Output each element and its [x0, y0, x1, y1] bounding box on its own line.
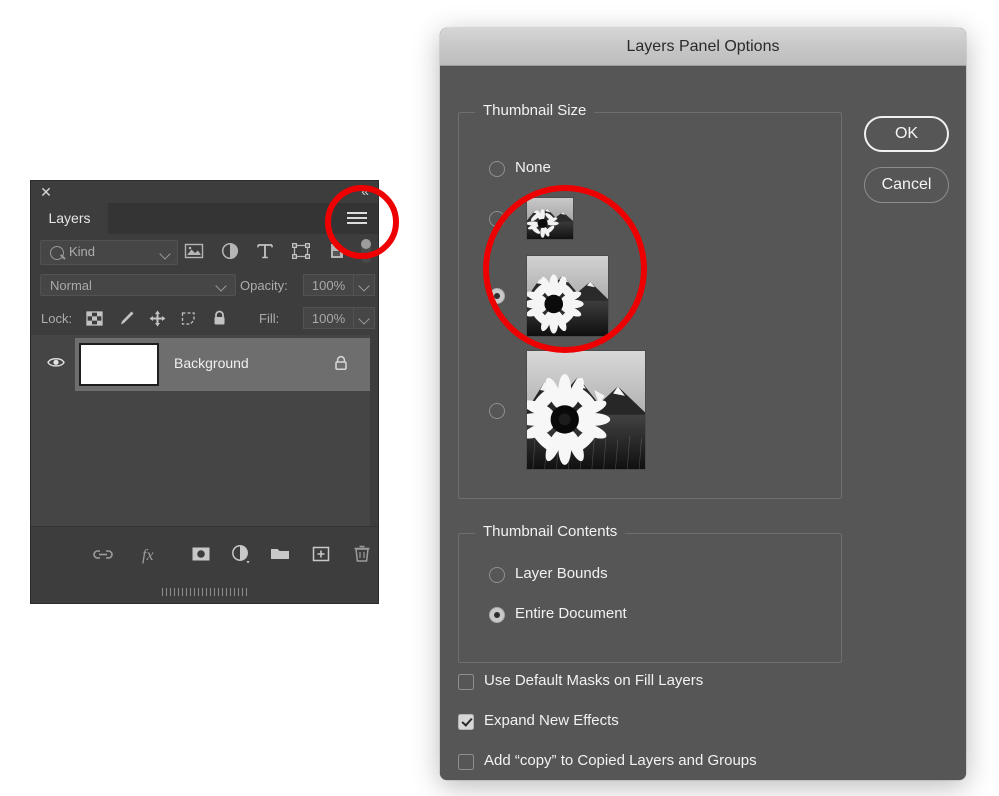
collapse-panel-icon[interactable]: « [361, 183, 369, 199]
radio-thumbnail-size-medium[interactable] [489, 288, 505, 304]
chevron-down-icon [159, 248, 171, 260]
add-layer-mask-icon[interactable] [188, 541, 214, 567]
radio-layer-bounds[interactable] [489, 567, 505, 583]
adjustment-layer-filter-icon[interactable] [219, 240, 241, 262]
svg-text:fx: fx [142, 547, 154, 564]
radio-thumbnail-size-none[interactable] [489, 161, 505, 177]
lock-image-icon[interactable] [116, 308, 137, 329]
thumbnail-preview-medium[interactable] [527, 256, 608, 336]
layers-list: Background [31, 335, 378, 526]
checkbox-label-add-copy-to-copied-layers: Add “copy” to Copied Layers and Groups [484, 752, 757, 769]
checkbox-use-default-masks[interactable] [458, 674, 474, 690]
pixel-layer-filter-icon[interactable] [183, 240, 205, 262]
cancel-button[interactable]: Cancel [864, 167, 949, 203]
lock-all-icon[interactable] [209, 308, 230, 329]
layers-panel: ✕ « Layers Kind Normal Opacity: 100% Loc… [31, 181, 378, 603]
layers-panel-tabrow: Layers [31, 203, 378, 234]
new-group-icon[interactable] [267, 541, 293, 567]
thumbnail-contents-legend: Thumbnail Contents [475, 523, 626, 540]
radio-label-entire-document: Entire Document [515, 605, 627, 622]
ok-button[interactable]: OK [864, 116, 949, 152]
thumbnail-preview-large[interactable] [527, 351, 645, 469]
filter-type-icons [183, 238, 378, 264]
layer-style-fx-icon[interactable]: fx [138, 541, 164, 567]
fill-label: Fill: [259, 311, 280, 326]
search-icon [50, 246, 64, 260]
layer-thumbnail[interactable] [79, 343, 159, 386]
layers-list-empty-area [31, 393, 378, 526]
layer-name[interactable]: Background [174, 355, 249, 371]
tab-layers[interactable]: Layers [31, 203, 108, 234]
delete-layer-icon[interactable] [349, 541, 375, 567]
dialog-body: Thumbnail Size None Thumbnail Contents L… [440, 67, 966, 780]
kind-filter-dropdown[interactable]: Kind [40, 240, 178, 265]
opacity-label: Opacity: [240, 278, 288, 293]
lock-transparency-icon[interactable] [84, 308, 105, 329]
layers-filter-row: Kind [31, 234, 378, 270]
checkbox-label-expand-new-effects: Expand New Effects [484, 712, 619, 729]
thumbnail-contents-group: Thumbnail Contents [458, 523, 842, 663]
thumbnail-preview-small[interactable] [527, 198, 573, 239]
filter-toggle-switch[interactable] [359, 238, 373, 264]
fill-dropdown-icon[interactable] [353, 307, 375, 329]
fill-input[interactable]: 100% [303, 307, 353, 329]
smart-object-filter-icon[interactable] [326, 240, 348, 262]
table-row[interactable]: Background [31, 335, 378, 394]
opacity-input[interactable]: 100% [303, 274, 353, 296]
type-layer-filter-icon[interactable] [254, 240, 276, 262]
link-layers-icon[interactable] [90, 541, 116, 567]
resize-grip-icon[interactable] [161, 588, 248, 596]
eye-icon[interactable] [47, 356, 65, 369]
radio-label-layer-bounds: Layer Bounds [515, 565, 608, 582]
close-icon[interactable]: ✕ [39, 185, 53, 199]
kind-filter-label: Kind [69, 244, 96, 259]
hamburger-menu-icon[interactable] [347, 212, 367, 226]
thumbnail-size-legend: Thumbnail Size [475, 102, 595, 119]
lock-icon[interactable] [334, 355, 348, 371]
checkbox-expand-new-effects[interactable] [458, 714, 474, 730]
lock-label: Lock: [41, 311, 73, 326]
lock-row: Lock: Fill: 100% [31, 302, 378, 336]
new-layer-icon[interactable] [308, 541, 334, 567]
opacity-dropdown-icon[interactable] [353, 274, 375, 296]
radio-label-none: None [515, 159, 551, 176]
radio-thumbnail-size-small[interactable] [489, 211, 505, 227]
layers-panel-footer: fx [31, 526, 378, 581]
layers-list-scrollbar[interactable] [370, 335, 378, 526]
radio-thumbnail-size-large[interactable] [489, 403, 505, 419]
blend-mode-row: Normal Opacity: 100% [31, 270, 378, 302]
lock-artboard-icon[interactable] [178, 308, 199, 329]
new-adjustment-layer-icon[interactable] [228, 541, 254, 567]
checkbox-label-use-default-masks: Use Default Masks on Fill Layers [484, 672, 704, 689]
dialog-title: Layers Panel Options [440, 28, 966, 66]
checkbox-add-copy-to-copied-layers[interactable] [458, 754, 474, 770]
layers-panel-titlebar: ✕ « [31, 181, 378, 203]
lock-position-icon[interactable] [147, 308, 168, 329]
blend-mode-select[interactable]: Normal [40, 274, 236, 296]
radio-entire-document[interactable] [489, 607, 505, 623]
layers-panel-options-dialog: Layers Panel Options Thumbnail Size None [440, 28, 966, 780]
shape-layer-filter-icon[interactable] [290, 240, 312, 262]
layers-panel-resize-bar[interactable] [31, 581, 378, 603]
